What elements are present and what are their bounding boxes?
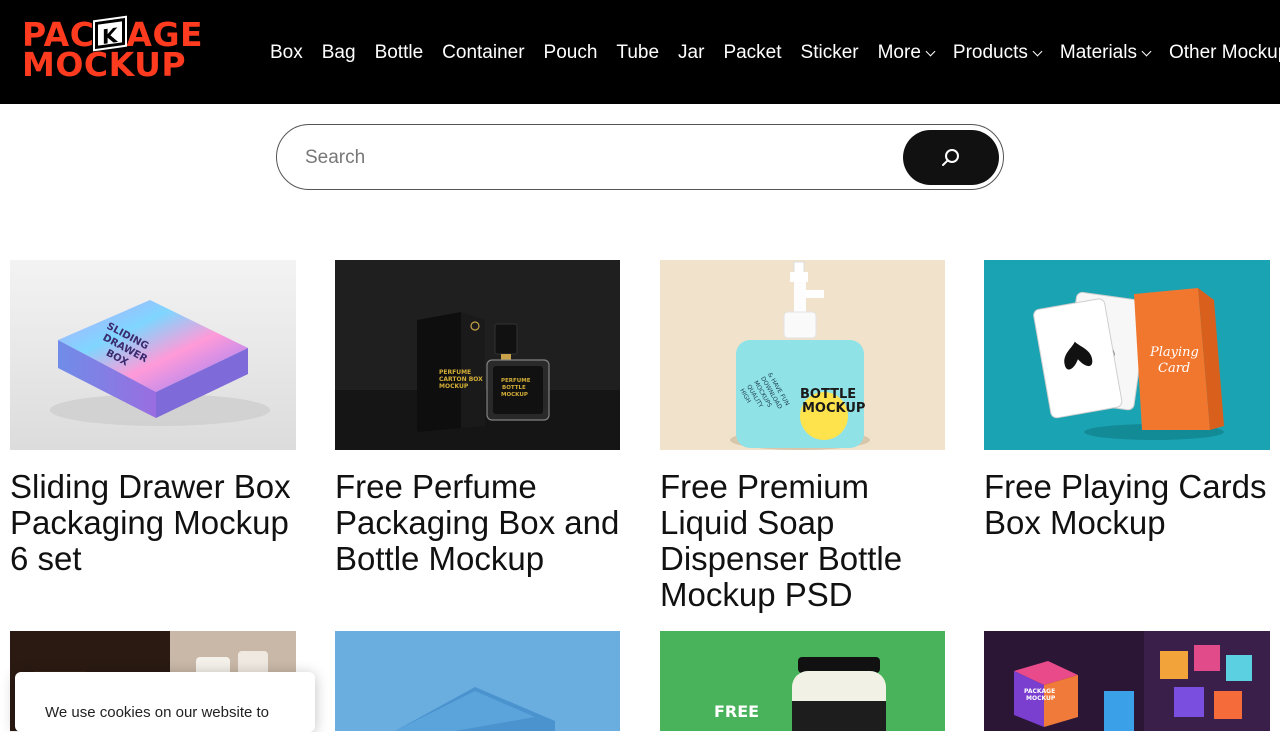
post-thumbnail-soap-dispenser[interactable]: BOTTLE MOCKUP HIGH QUALITY MOCKUPS DOWNL… [660,260,946,450]
nav-item-tube[interactable]: Tube [616,42,659,64]
nav-item-bottle[interactable]: Bottle [375,42,424,64]
nav-item-pouch[interactable]: Pouch [544,42,598,64]
svg-text:BOTTLE: BOTTLE [502,385,526,391]
nav-item-container[interactable]: Container [442,42,524,64]
chevron-down-icon [1141,46,1152,56]
chevron-down-icon [1032,46,1043,56]
main-nav: Box Bag Bottle Container Pouch Tube Jar … [270,40,1280,66]
search-input[interactable] [305,143,885,173]
post-thumbnail-perfume[interactable]: PERFUME CARTON BOX MOCKUP PERFUME BOTTLE… [335,260,621,450]
svg-text:MOCKUP: MOCKUP [501,392,528,398]
nav-item-materials[interactable]: Materials [1060,42,1152,64]
cookie-banner: We use cookies on our website to [15,672,315,732]
post-title[interactable]: Free Premium Liquid Soap Dispenser Bottl… [660,469,960,613]
thumb-cube-text: PACKAGE MOCKUP [1024,688,1056,702]
thumb-free-text: FREE [714,702,759,721]
svg-text:PERFUME: PERFUME [439,369,471,376]
nav-item-products[interactable]: Products [953,42,1043,64]
svg-text:PERFUME: PERFUME [501,378,531,384]
search-icon [942,149,959,166]
logo-line-2: MOCKUP [22,45,187,84]
chevron-down-icon [925,46,936,56]
post-thumbnail-green-jar[interactable]: FREE [660,631,945,731]
nav-item-other-mockup[interactable]: Other Mockup [1169,42,1280,64]
logo-k-box: K [93,15,128,52]
nav-item-sticker[interactable]: Sticker [801,42,859,64]
post-thumbnail-colorful-cubes[interactable]: PACKAGE MOCKUP [984,631,1270,731]
site-logo[interactable]: PAC K AGE MOCKUP [22,15,222,84]
svg-text:Playing: Playing [1149,345,1199,360]
nav-item-packet[interactable]: Packet [723,42,781,64]
svg-text:Card: Card [1158,361,1190,376]
svg-text:MOCKUP: MOCKUP [1026,695,1056,702]
thumb-bottle-label: BOTTLE MOCKUP [800,387,865,416]
site-header: PAC K AGE MOCKUP Box Bag Bottle Container … [0,0,1280,104]
search-button[interactable] [903,130,999,185]
svg-text:CARTON BOX: CARTON BOX [439,376,483,383]
post-title[interactable]: Free Perfume Packaging Box and Bottle Mo… [335,469,635,577]
nav-item-more[interactable]: More [878,42,936,64]
post-thumbnail-playing-cards[interactable]: Playing Card [984,260,1270,450]
nav-item-jar[interactable]: Jar [678,42,704,64]
post-thumbnail-blue-box[interactable] [335,631,620,731]
search-bar [276,124,1004,190]
nav-item-box[interactable]: Box [270,42,303,64]
post-title[interactable]: Free Playing Cards Box Mockup [984,469,1280,541]
post-title[interactable]: Sliding Drawer Box Packaging Mockup 6 se… [10,469,310,577]
svg-text:MOCKUP: MOCKUP [802,401,865,416]
svg-text:MOCKUP: MOCKUP [439,383,469,390]
svg-text:BOTTLE: BOTTLE [800,387,856,402]
post-thumbnail-sliding-drawer-box[interactable]: SLIDING DRAWER BOX [10,260,296,450]
svg-text:PACKAGE: PACKAGE [1024,688,1055,695]
nav-item-bag[interactable]: Bag [322,42,356,64]
cookie-text: We use cookies on our website to [45,704,270,721]
